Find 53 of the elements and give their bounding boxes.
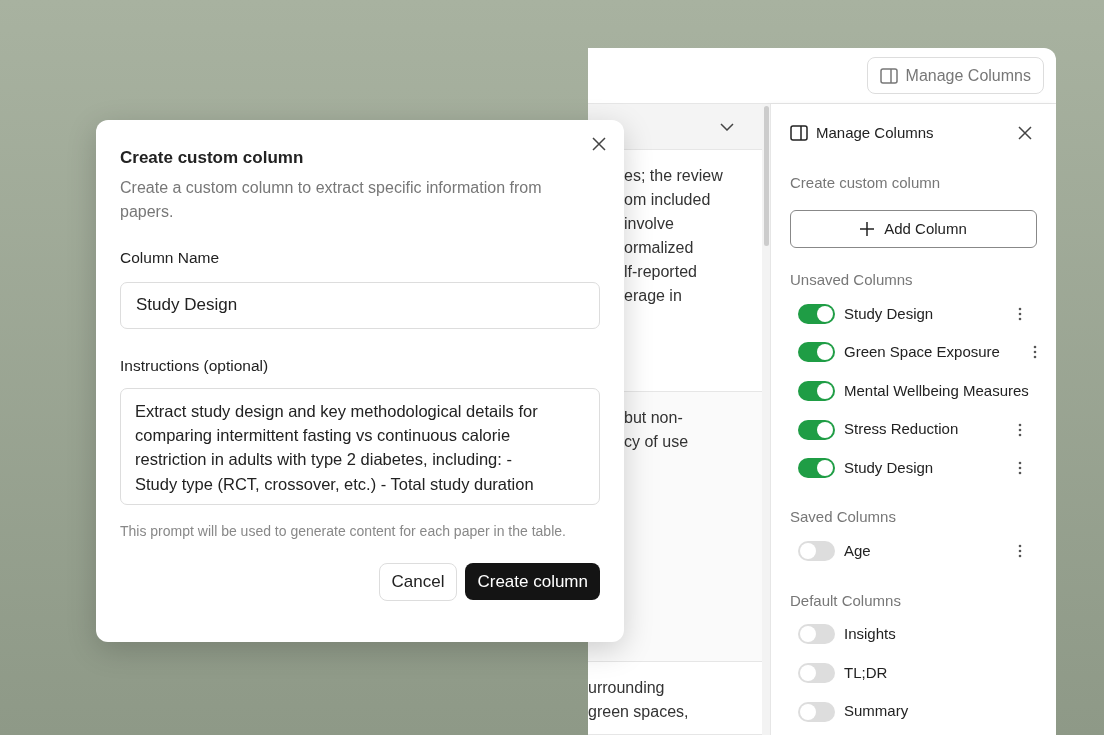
scrollbar[interactable]: [762, 104, 770, 735]
column-name: TL;DR: [844, 662, 888, 683]
column-name: Insights: [844, 624, 896, 645]
toggle-switch[interactable]: [798, 458, 835, 479]
close-icon: [1018, 126, 1032, 141]
section-label: Default Columns: [790, 590, 902, 611]
section-label: Saved Columns: [790, 507, 897, 528]
more-button[interactable]: [1033, 345, 1037, 360]
chevron-down-icon: [720, 122, 734, 131]
toggle-switch[interactable]: [798, 624, 835, 645]
section-label: Unsaved Columns: [790, 270, 914, 290]
create-button[interactable]: Create column: [465, 562, 600, 600]
more-button[interactable]: [1018, 544, 1022, 559]
toggle-switch[interactable]: [798, 303, 835, 324]
more-icon: [1018, 544, 1022, 559]
panel-icon: [790, 125, 808, 142]
more-icon: [1018, 461, 1022, 476]
toggle-switch[interactable]: [798, 701, 835, 722]
column-name: Age: [844, 541, 871, 561]
column-name: Study Design: [844, 457, 934, 478]
toggle-switch[interactable]: [798, 342, 835, 363]
panel-title: Manage Columns: [816, 123, 934, 143]
more-button[interactable]: [1018, 306, 1022, 321]
toggle-switch[interactable]: [798, 419, 835, 440]
field-label: Column Name: [120, 248, 221, 269]
toggle-switch[interactable]: [798, 541, 835, 562]
instructions-field[interactable]: Extract study design and key methodological details for comparing intermittent fasting vs continuous calorie restriction in adults with type 2 diabetes, including: - Study type (RCT, crossover, etc.) - Total study duration: [120, 387, 600, 505]
dialog-description: Create a custom column to extract specific information from papers.: [120, 178, 543, 223]
section-label: Create custom column: [790, 172, 942, 193]
column-name: Stress Reduction: [844, 419, 959, 440]
add-column-button[interactable]: Add Column: [790, 210, 1037, 248]
more-button[interactable]: [1018, 461, 1022, 476]
manage-columns-button[interactable]: Manage Columns: [866, 57, 1044, 94]
close-icon: [592, 137, 606, 151]
column-name: Summary: [844, 701, 909, 722]
toggle-switch[interactable]: [798, 381, 835, 401]
column-name: Mental Wellbeing Measures: [844, 380, 1029, 401]
panel-icon: [879, 67, 898, 84]
close-button[interactable]: [592, 137, 606, 151]
more-icon: [1033, 345, 1037, 360]
column-name: Green Space Exposure: [844, 342, 1000, 363]
plus-icon: [860, 222, 875, 236]
column-name: Study Design: [844, 303, 934, 324]
close-button[interactable]: [1018, 126, 1032, 141]
more-icon: [1018, 422, 1022, 437]
column-name-field[interactable]: Study Design: [120, 281, 600, 329]
more-icon: [1018, 306, 1022, 321]
cancel-button[interactable]: Cancel: [378, 562, 458, 601]
field-label: Instructions (optional): [120, 355, 270, 376]
toggle-switch[interactable]: [798, 662, 835, 683]
dialog-title: Create custom column: [120, 148, 305, 169]
hint-text: This prompt will be used to generate content for each paper in the table.: [120, 521, 567, 541]
more-button[interactable]: [1018, 422, 1022, 437]
